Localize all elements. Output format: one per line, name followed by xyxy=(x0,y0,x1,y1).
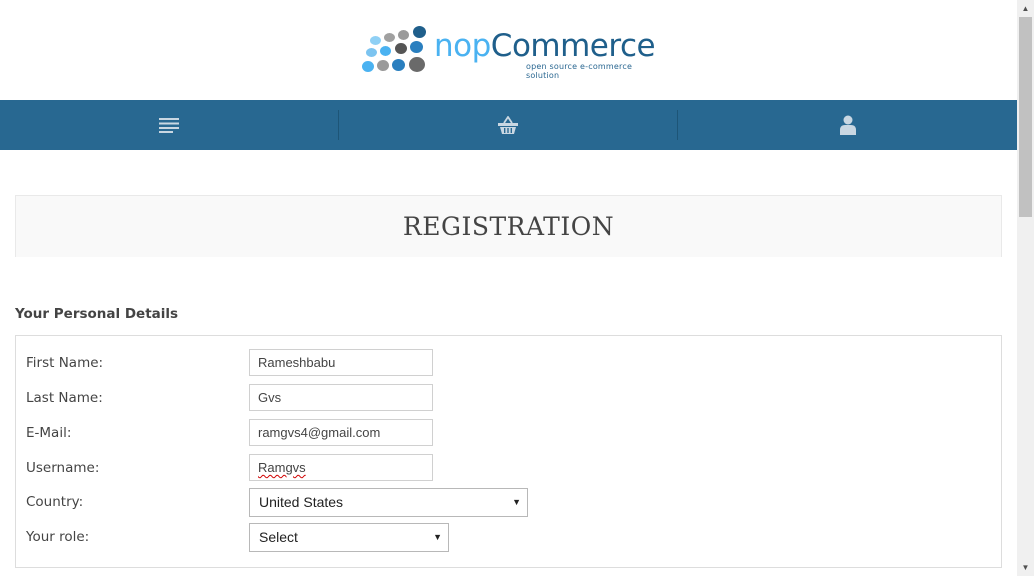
page-title-box: REGISTRATION xyxy=(15,195,1002,257)
country-select[interactable]: United States ▼ xyxy=(249,488,528,517)
site-header: nopCommerce open source e-commerce solut… xyxy=(0,0,1017,100)
username-row: Username: Ramgvs xyxy=(26,454,986,482)
first-name-row: First Name: Rameshbabu xyxy=(26,349,986,377)
top-navbar xyxy=(0,100,1017,150)
role-selected-value: Select xyxy=(259,529,298,545)
first-name-input[interactable]: Rameshbabu xyxy=(249,349,433,376)
scroll-down-arrow-icon[interactable]: ▼ xyxy=(1017,559,1034,576)
shopping-basket-icon xyxy=(498,116,518,134)
logo-dot xyxy=(384,33,395,42)
country-label: Country: xyxy=(26,494,84,510)
scroll-thumb[interactable] xyxy=(1019,17,1032,217)
logo-dot xyxy=(370,36,381,45)
logo-dot xyxy=(392,59,405,71)
logo-dot xyxy=(362,61,374,72)
last-name-input[interactable]: Gvs xyxy=(249,384,433,411)
role-select[interactable]: Select ▼ xyxy=(249,523,449,552)
personal-details-form: First Name: Rameshbabu Last Name: Gvs E-… xyxy=(15,335,1002,568)
logo-dot xyxy=(366,48,377,57)
logo-name-part1: nop xyxy=(434,28,491,64)
menu-icon xyxy=(159,118,179,133)
logo-wordmark: nopCommerce xyxy=(434,26,656,66)
logo-dot xyxy=(413,26,426,38)
username-value: Ramgvs xyxy=(258,460,306,475)
role-row: Your role: Select ▼ xyxy=(26,523,986,552)
nav-menu-button[interactable] xyxy=(0,100,338,150)
logo-name-part2: Commerce xyxy=(490,28,656,64)
nav-account-button[interactable] xyxy=(678,100,1017,150)
last-name-row: Last Name: Gvs xyxy=(26,384,986,412)
username-input[interactable]: Ramgvs xyxy=(249,454,433,481)
first-name-label: First Name: xyxy=(26,355,104,371)
email-row: E-Mail: ramgvs4@gmail.com xyxy=(26,419,986,447)
country-selected-value: United States xyxy=(259,494,344,510)
scroll-up-arrow-icon[interactable]: ▲ xyxy=(1017,0,1034,17)
email-input[interactable]: ramgvs4@gmail.com xyxy=(249,419,433,446)
page-scrollbar[interactable]: ▲ ▼ xyxy=(1017,0,1034,576)
country-row: Country: United States ▼ xyxy=(26,488,986,517)
email-label: E-Mail: xyxy=(26,425,72,441)
nav-cart-button[interactable] xyxy=(339,100,677,150)
logo-tagline: open source e-commerce solution xyxy=(526,62,633,80)
username-label: Username: xyxy=(26,460,100,476)
logo-dot xyxy=(395,43,407,54)
logo-dot xyxy=(380,46,391,56)
logo-dot xyxy=(410,41,423,53)
dropdown-arrow-icon: ▼ xyxy=(512,497,521,507)
logo-dot xyxy=(377,60,389,71)
page-title: REGISTRATION xyxy=(402,212,615,241)
user-icon xyxy=(839,115,856,135)
site-logo[interactable]: nopCommerce open source e-commerce solut… xyxy=(360,24,660,80)
role-label: Your role: xyxy=(26,529,90,545)
logo-dot xyxy=(409,57,425,72)
logo-dot xyxy=(398,30,409,40)
section-title: Your Personal Details xyxy=(15,306,179,322)
last-name-label: Last Name: xyxy=(26,390,103,406)
dropdown-arrow-icon: ▼ xyxy=(433,532,442,542)
